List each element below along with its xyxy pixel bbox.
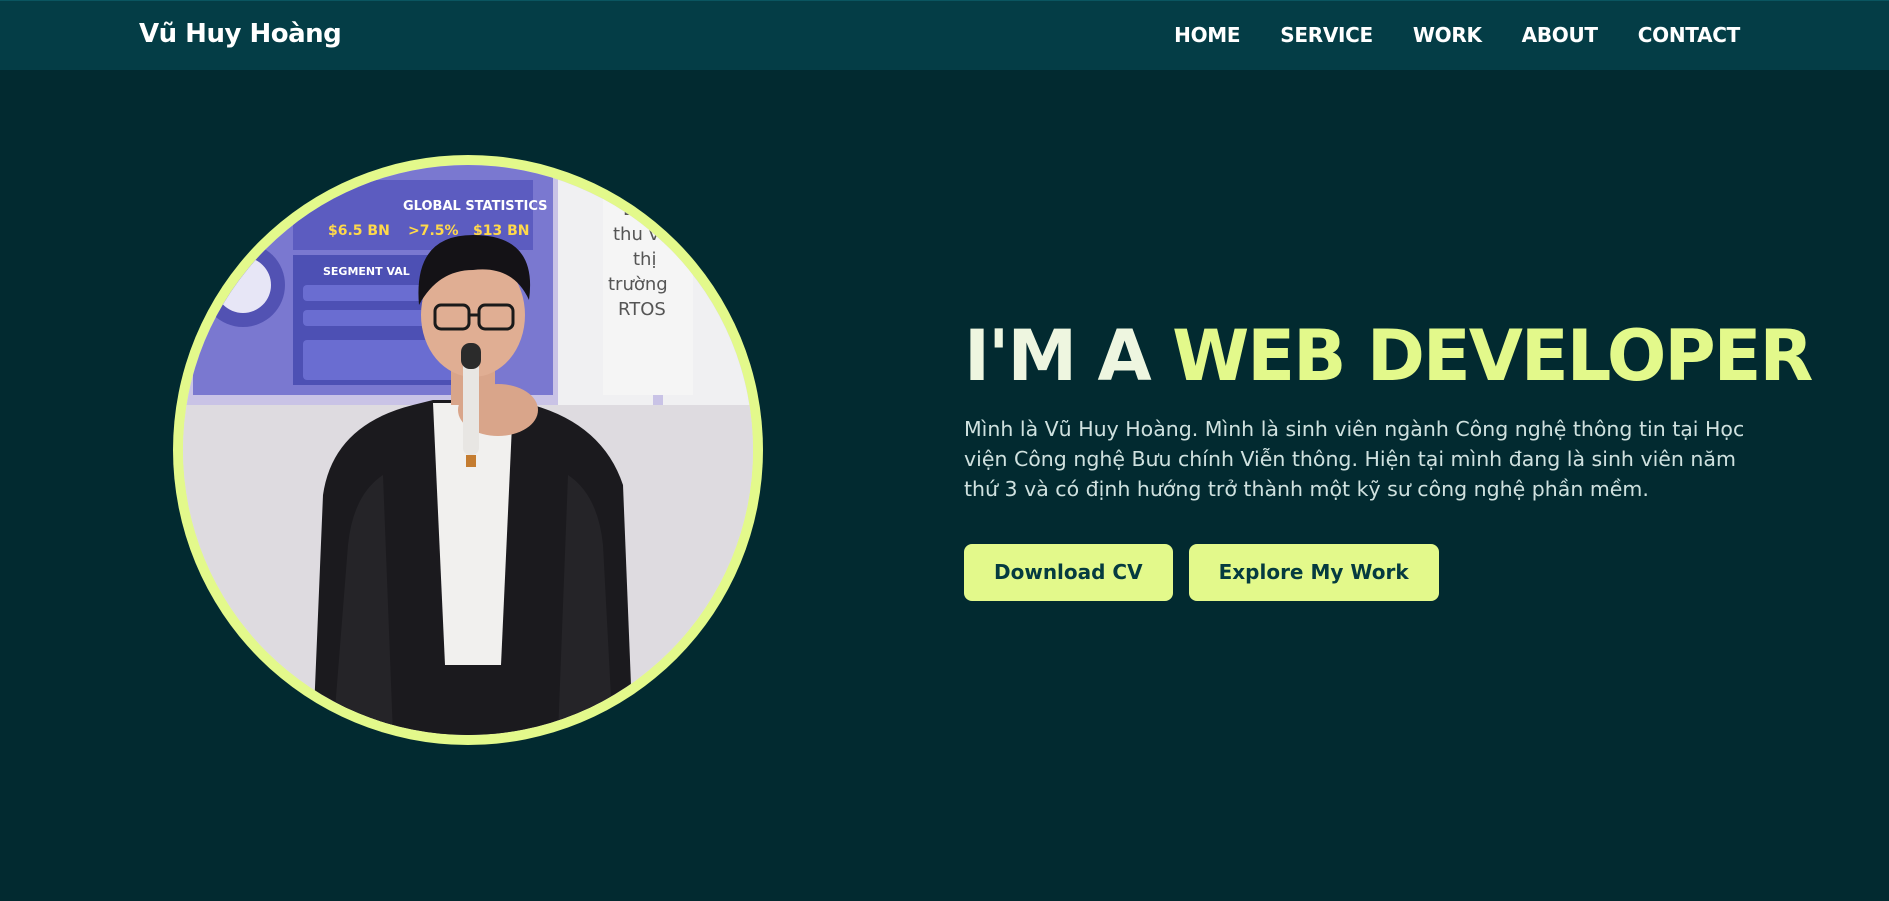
- profile-photo: GLOBAL STATISTICS $6.5 BN >7.5% $13 BN S…: [183, 165, 753, 735]
- navbar: Vũ Huy Hoàng HOME SERVICE WORK ABOUT CON…: [0, 0, 1889, 70]
- nav-menu: HOME SERVICE WORK ABOUT CONTACT: [1174, 23, 1740, 47]
- slide-heading: GLOBAL STATISTICS: [403, 199, 548, 214]
- slide-side-3: thị: [633, 249, 656, 270]
- slide-segment: SEGMENT VAL: [323, 265, 410, 278]
- profile-photo-frame: GLOBAL STATISTICS $6.5 BN >7.5% $13 BN S…: [173, 155, 763, 745]
- nav-link-work[interactable]: WORK: [1413, 23, 1482, 47]
- nav-item-about: ABOUT: [1522, 23, 1598, 47]
- hero-title-prefix: I'M A: [964, 315, 1173, 397]
- nav-item-work: WORK: [1413, 23, 1482, 47]
- slide-side-1: Dự: [623, 199, 650, 220]
- slide-side-2: thu và: [613, 224, 670, 245]
- hero-title: I'M A WEB DEVELOPER: [964, 310, 1813, 402]
- slide-side-5: RTOS: [618, 299, 666, 320]
- hero-content: I'M A WEB DEVELOPER Mình là Vũ Huy Hoàng…: [964, 310, 1813, 601]
- explore-work-button[interactable]: Explore My Work: [1188, 544, 1439, 601]
- nav-item-service: SERVICE: [1280, 23, 1373, 47]
- nav-link-home[interactable]: HOME: [1174, 23, 1240, 47]
- slide-side-4: trường: [608, 274, 668, 295]
- nav-link-contact[interactable]: CONTACT: [1638, 23, 1741, 47]
- hero-title-accent: WEB DEVELOPER: [1172, 315, 1813, 397]
- nav-link-service[interactable]: SERVICE: [1280, 23, 1373, 47]
- slide-stat-2: >7.5%: [408, 223, 459, 239]
- slide-stat-1: $6.5 BN: [328, 223, 390, 239]
- nav-item-home: HOME: [1174, 23, 1240, 47]
- profile-photo-illustration: GLOBAL STATISTICS $6.5 BN >7.5% $13 BN S…: [183, 165, 753, 735]
- brand-logo[interactable]: Vũ Huy Hoàng: [139, 19, 342, 49]
- hero-buttons: Download CV Explore My Work: [964, 544, 1764, 601]
- nav-link-about[interactable]: ABOUT: [1522, 23, 1598, 47]
- download-cv-button[interactable]: Download CV: [964, 544, 1173, 601]
- hero-description: Mình là Vũ Huy Hoàng. Mình là sinh viên …: [964, 417, 1745, 501]
- nav-item-contact: CONTACT: [1638, 23, 1741, 47]
